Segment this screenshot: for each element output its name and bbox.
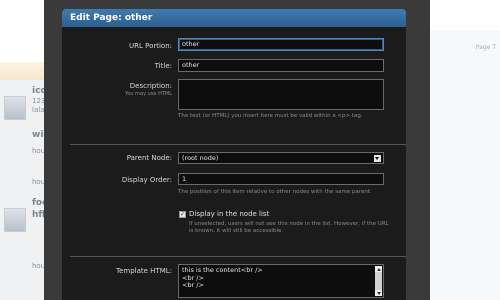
template-html-line: this is the content<br /> [182, 266, 263, 274]
background-thumbnail [4, 208, 26, 232]
description-sublabel: You may use HTML [124, 91, 172, 97]
display-order-label: Display Order: [121, 176, 172, 184]
edit-page-dialog: Edit Page: other URL Portion: other Titl… [62, 9, 406, 300]
background-right-column [430, 30, 500, 300]
display-in-list-checkbox[interactable]: ✓ [179, 211, 186, 218]
display-order-input[interactable]: 1 [178, 173, 384, 185]
template-html-line: <br /> [182, 281, 204, 289]
template-html-scrollbar[interactable] [375, 266, 382, 296]
title-input[interactable]: other [178, 59, 384, 72]
template-html-textarea[interactable]: this is the content<br /> <br /> <br /> [178, 264, 384, 298]
description-label: Description: [129, 82, 172, 90]
dialog-title: Edit Page: other [62, 9, 406, 27]
scroll-up-icon[interactable] [375, 266, 382, 272]
section-divider [70, 144, 406, 145]
description-hint: The text (or HTML) you insert here must … [178, 113, 363, 119]
template-html-line: <br /> [182, 273, 204, 282]
display-in-list-label: Display in the node list [189, 210, 270, 218]
background-thumbnail [4, 96, 26, 120]
parent-node-value: (root node) [182, 154, 219, 162]
parent-node-select[interactable]: (root node) [178, 152, 384, 164]
background-top-right-text: Page T [475, 44, 496, 51]
url-portion-input[interactable]: other [178, 38, 384, 51]
section-divider [70, 256, 406, 257]
parent-node-label: Parent Node: [126, 154, 172, 162]
title-label: Title: [154, 62, 172, 70]
description-textarea[interactable] [178, 79, 384, 110]
display-in-list-hint: If unselected, users will not see this n… [189, 221, 389, 234]
display-order-hint: The position of this item relative to ot… [178, 189, 372, 195]
url-portion-label: URL Portion: [128, 42, 172, 50]
scroll-down-icon[interactable] [375, 290, 382, 296]
template-html-label: Template HTML: [115, 267, 172, 275]
chevron-down-icon[interactable] [374, 155, 381, 162]
